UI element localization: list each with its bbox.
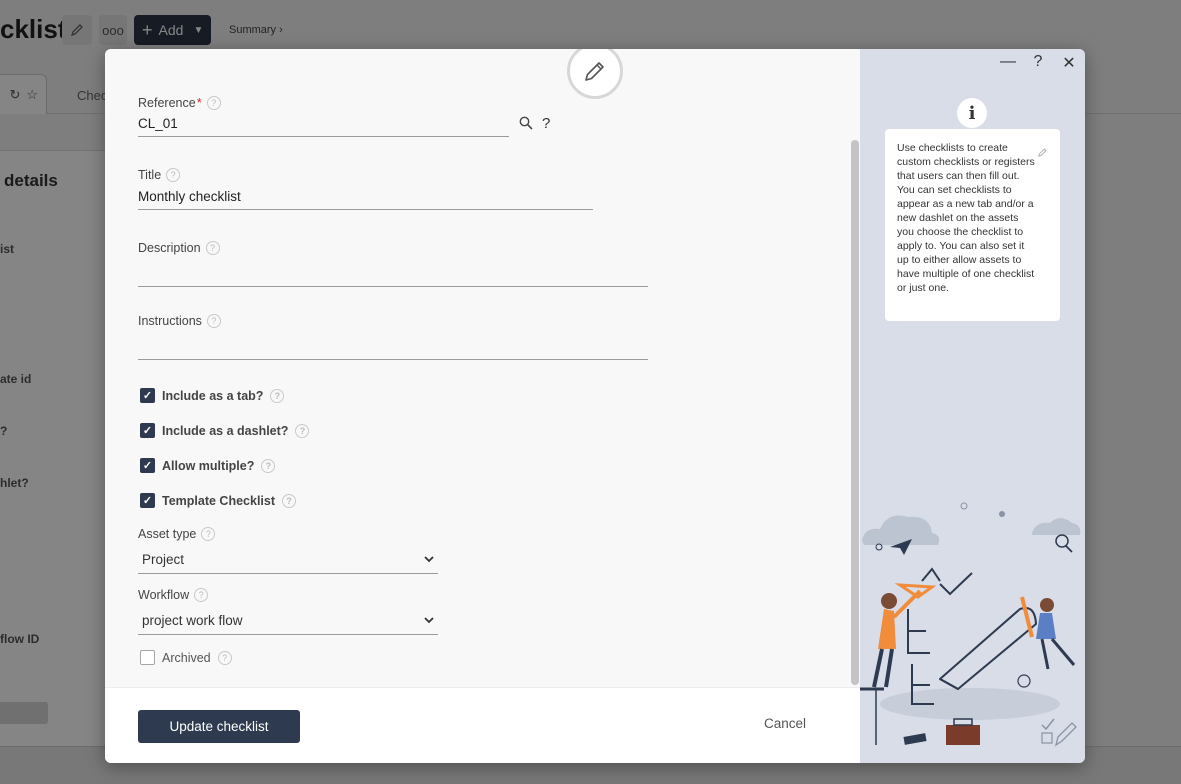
minimize-icon[interactable]: —	[998, 53, 1018, 71]
help-icon[interactable]: ?	[206, 314, 221, 328]
help-icon[interactable]: ?	[206, 95, 221, 110]
asset-type-label-text: Asset type	[138, 527, 197, 541]
checkbox-label: Allow multiple?	[162, 458, 255, 473]
title-input[interactable]: Monthly checklist	[138, 186, 593, 210]
help-icon[interactable]: ?	[205, 241, 220, 255]
lookup-help[interactable]: ?	[542, 115, 550, 132]
reference-label-text: Reference	[138, 95, 196, 110]
help-icon[interactable]: ?	[201, 527, 216, 541]
help-icon[interactable]: ?	[295, 423, 310, 438]
checkbox-label: Template Checklist	[162, 493, 276, 508]
template-checklist-checkbox[interactable]: ✓ Template Checklist ?	[140, 493, 297, 508]
reference-label: Reference * ?	[138, 95, 221, 110]
update-checklist-button[interactable]: Update checklist	[138, 710, 300, 743]
include-tab-checkbox[interactable]: ✓ Include as a tab? ?	[140, 388, 285, 403]
description-label: Description ?	[138, 241, 220, 255]
scrollbar[interactable]	[851, 140, 859, 685]
allow-multiple-checkbox[interactable]: ✓ Allow multiple? ?	[140, 458, 276, 473]
help-icon[interactable]: ?	[166, 168, 181, 182]
asset-type-label: Asset type ?	[138, 527, 216, 541]
reference-input[interactable]: CL_01	[138, 113, 509, 137]
help-card: Use checklists to create custom checklis…	[885, 129, 1060, 321]
instructions-label: Instructions ?	[138, 314, 221, 328]
pencil-icon[interactable]	[1037, 147, 1048, 162]
modal-footer: Update checklist Cancel	[105, 687, 860, 763]
checkbox-unchecked[interactable]	[140, 650, 155, 665]
description-label-text: Description	[138, 241, 201, 255]
instructions-input[interactable]	[138, 336, 648, 360]
asset-type-value: Project	[142, 552, 185, 567]
asset-type-select[interactable]: Project	[138, 546, 438, 574]
form-area: Reference * ? CL_01 ? Title ? Monthly ch…	[105, 49, 860, 687]
help-panel: — ? ✕ Use checklists to create custom ch…	[860, 49, 1085, 763]
help-icon[interactable]: ?	[217, 650, 232, 665]
help-icon[interactable]: ?	[282, 493, 297, 508]
cancel-button[interactable]: Cancel	[764, 716, 806, 731]
workflow-value: project work flow	[142, 613, 243, 628]
workflow-label-text: Workflow	[138, 588, 190, 602]
close-icon[interactable]: ✕	[1059, 53, 1079, 73]
edit-checklist-modal: Reference * ? CL_01 ? Title ? Monthly ch…	[105, 49, 1085, 763]
checkbox-checked[interactable]: ✓	[140, 493, 155, 508]
required-mark: *	[196, 95, 202, 110]
checkbox-checked[interactable]: ✓	[140, 388, 155, 403]
checkbox-label: Include as a tab?	[162, 388, 264, 403]
checklist-illustration	[860, 502, 1081, 747]
chevron-down-icon	[424, 552, 434, 566]
info-icon: i	[957, 98, 987, 128]
archived-checkbox[interactable]: Archived ?	[140, 650, 232, 665]
help-text: Use checklists to create custom checklis…	[897, 142, 1035, 294]
pencil-icon	[585, 62, 604, 81]
checkbox-label: Archived	[162, 650, 211, 665]
title-label-text: Title	[138, 168, 162, 182]
include-dashlet-checkbox[interactable]: ✓ Include as a dashlet? ?	[140, 423, 310, 438]
title-label: Title ?	[138, 168, 181, 182]
chevron-down-icon	[424, 613, 434, 627]
checkbox-checked[interactable]: ✓	[140, 458, 155, 473]
instructions-label-text: Instructions	[138, 314, 202, 328]
description-input[interactable]	[138, 263, 648, 287]
help-icon[interactable]: ?	[1028, 53, 1048, 71]
workflow-select[interactable]: project work flow	[138, 607, 438, 635]
search-icon[interactable]	[518, 115, 534, 136]
checkbox-label: Include as a dashlet?	[162, 423, 289, 438]
help-icon[interactable]: ?	[194, 588, 209, 602]
workflow-label: Workflow ?	[138, 588, 209, 602]
help-icon[interactable]: ?	[261, 458, 276, 473]
help-icon[interactable]: ?	[270, 388, 285, 403]
checkbox-checked[interactable]: ✓	[140, 423, 155, 438]
